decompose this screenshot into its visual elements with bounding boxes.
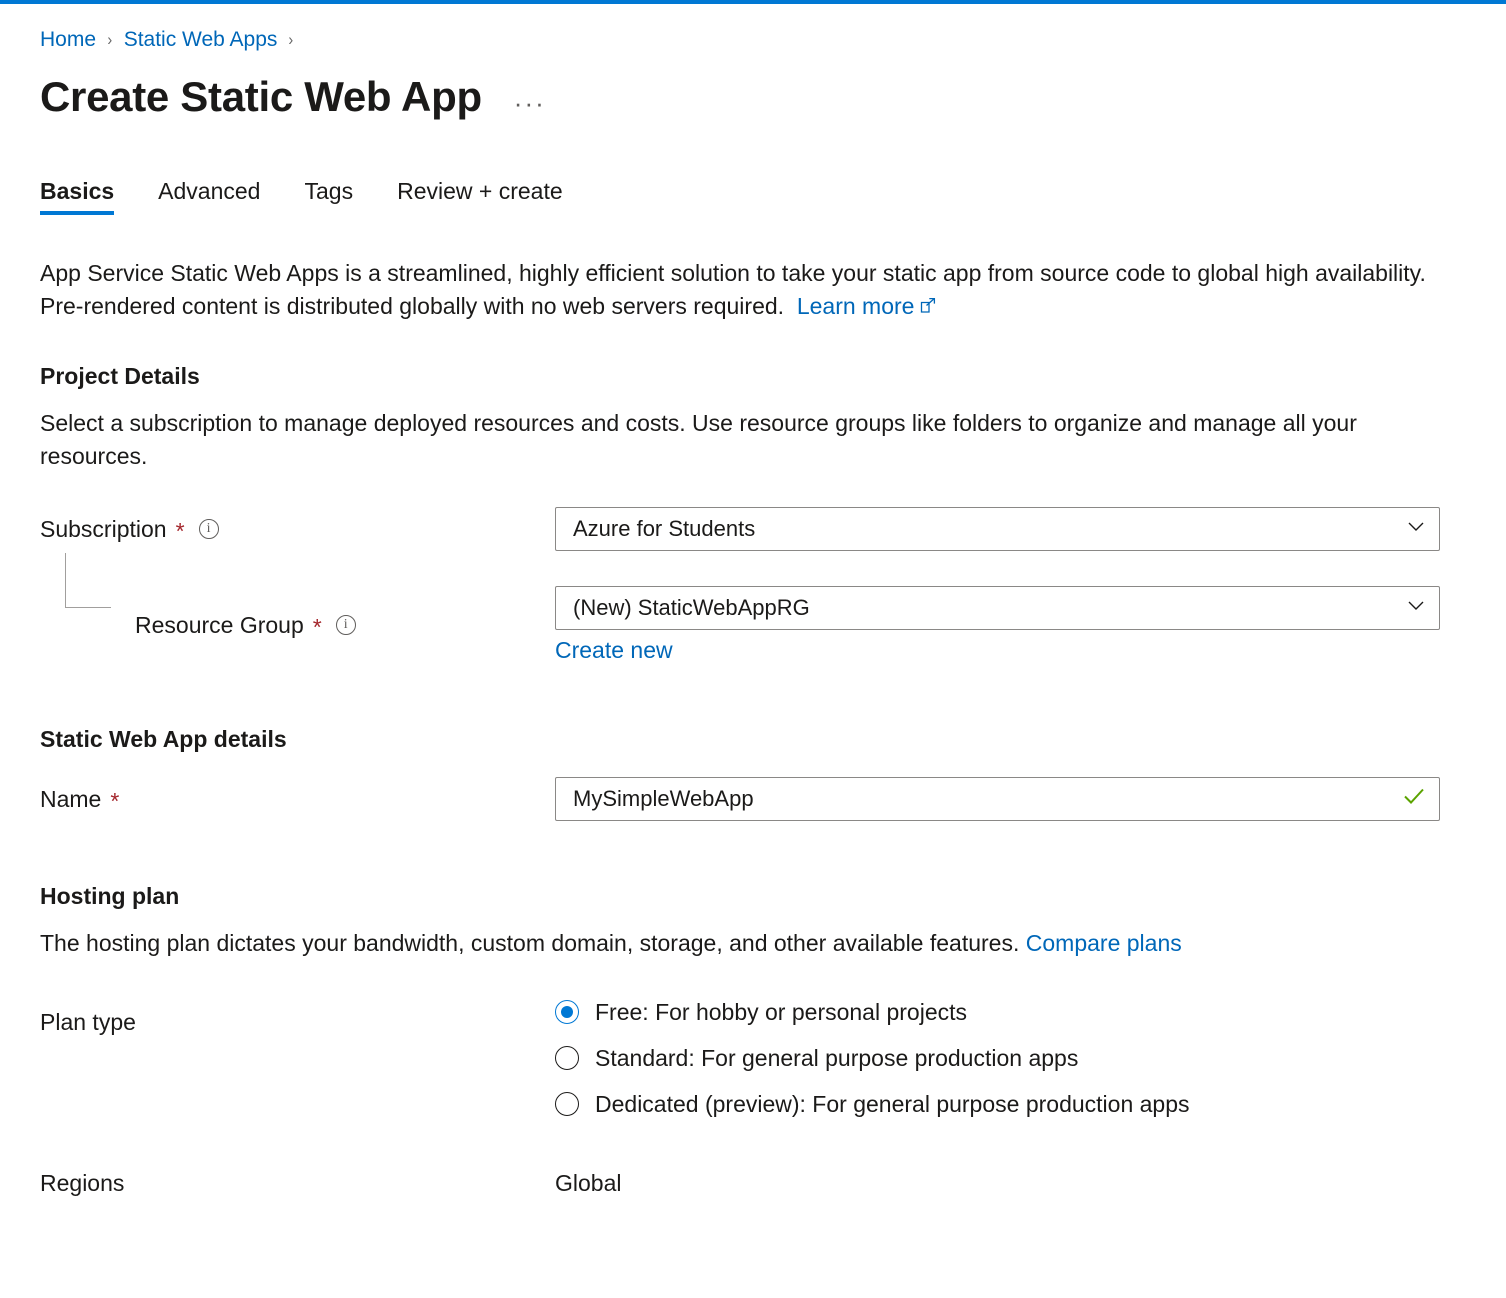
create-new-resource-group-link[interactable]: Create new [555, 637, 673, 664]
regions-value: Global [555, 1170, 621, 1197]
subscription-dropdown[interactable]: Azure for Students [555, 507, 1440, 551]
external-link-icon [919, 291, 937, 324]
name-field [555, 777, 1440, 821]
tab-advanced[interactable]: Advanced [158, 178, 260, 215]
required-asterisk: * [110, 790, 119, 813]
field-row-resource-group: Resource Group * i (New) StaticWebAppRG … [40, 586, 1466, 664]
section-heading-hosting-plan: Hosting plan [40, 883, 1466, 910]
breadcrumb-separator-icon: › [107, 30, 112, 50]
field-row-subscription: Subscription * i Azure for Students [40, 507, 1466, 551]
name-input-wrapper[interactable] [555, 777, 1440, 821]
name-input[interactable] [573, 786, 1401, 812]
field-row-plan-type: Plan type Free: For hobby or personal pr… [40, 999, 1466, 1118]
section-heading-app-details: Static Web App details [40, 726, 1466, 753]
resource-group-dropdown[interactable]: (New) StaticWebAppRG [555, 586, 1440, 630]
plan-type-label-group: Plan type [40, 999, 555, 1036]
required-asterisk: * [176, 520, 185, 543]
tab-tags[interactable]: Tags [304, 178, 353, 215]
chevron-down-icon [1405, 515, 1427, 543]
breadcrumb: Home › Static Web Apps › [40, 4, 1466, 52]
subscription-value: Azure for Students [573, 516, 755, 542]
radio-label-standard: Standard: For general purpose production… [595, 1045, 1078, 1072]
required-asterisk: * [313, 616, 322, 639]
regions-label: Regions [40, 1170, 124, 1197]
regions-label-group: Regions [40, 1170, 555, 1197]
breadcrumb-separator-icon: › [289, 30, 294, 50]
radio-label-dedicated: Dedicated (preview): For general purpose… [595, 1091, 1190, 1118]
hosting-plan-description: The hosting plan dictates your bandwidth… [40, 927, 1440, 960]
info-icon[interactable]: i [199, 519, 219, 539]
resource-group-field: (New) StaticWebAppRG Create new [555, 586, 1440, 664]
page-content: Home › Static Web Apps › Create Static W… [0, 4, 1506, 1197]
tab-bar: Basics Advanced Tags Review + create [40, 178, 1466, 215]
resource-group-value: (New) StaticWebAppRG [573, 595, 810, 621]
hosting-plan-description-text: The hosting plan dictates your bandwidth… [40, 930, 1019, 956]
intro-description: App Service Static Web Apps is a streaml… [40, 257, 1440, 325]
compare-plans-link[interactable]: Compare plans [1026, 930, 1182, 956]
subscription-label-group: Subscription * i [40, 516, 555, 543]
radio-option-dedicated[interactable]: Dedicated (preview): For general purpose… [555, 1091, 1190, 1118]
learn-more-link[interactable]: Learn more [797, 293, 938, 319]
tab-basics[interactable]: Basics [40, 178, 114, 215]
breadcrumb-item-static-web-apps[interactable]: Static Web Apps [124, 28, 278, 52]
subscription-field: Azure for Students [555, 507, 1440, 551]
radio-button-dedicated[interactable] [555, 1092, 579, 1116]
radio-option-standard[interactable]: Standard: For general purpose production… [555, 1045, 1190, 1072]
project-details-form: Subscription * i Azure for Students Reso… [40, 507, 1466, 664]
title-row: Create Static Web App ··· [40, 72, 1466, 123]
field-row-regions: Regions Global [40, 1170, 1466, 1197]
radio-button-free[interactable] [555, 1000, 579, 1024]
page-title: Create Static Web App [40, 74, 482, 120]
field-row-name: Name * [40, 777, 1466, 821]
radio-option-free[interactable]: Free: For hobby or personal projects [555, 999, 1190, 1026]
breadcrumb-item-home[interactable]: Home [40, 28, 96, 52]
section-heading-project-details: Project Details [40, 363, 1466, 390]
more-options-icon[interactable]: ··· [508, 84, 552, 123]
chevron-down-icon [1405, 594, 1427, 622]
plan-type-radio-group: Free: For hobby or personal projects Sta… [555, 999, 1190, 1118]
tab-review-create[interactable]: Review + create [397, 178, 563, 215]
plan-type-label: Plan type [40, 1009, 136, 1036]
subscription-label: Subscription [40, 516, 167, 543]
project-details-description: Select a subscription to manage deployed… [40, 407, 1440, 474]
resource-group-label-group: Resource Group * i [40, 612, 555, 639]
intro-text: App Service Static Web Apps is a streaml… [40, 260, 1426, 319]
radio-label-free: Free: For hobby or personal projects [595, 999, 967, 1026]
resource-group-label: Resource Group [135, 612, 304, 639]
info-icon[interactable]: i [336, 615, 356, 635]
radio-button-standard[interactable] [555, 1046, 579, 1070]
name-label-group: Name * [40, 786, 555, 813]
learn-more-label: Learn more [797, 293, 915, 319]
checkmark-icon [1401, 783, 1427, 815]
name-label: Name [40, 786, 101, 813]
